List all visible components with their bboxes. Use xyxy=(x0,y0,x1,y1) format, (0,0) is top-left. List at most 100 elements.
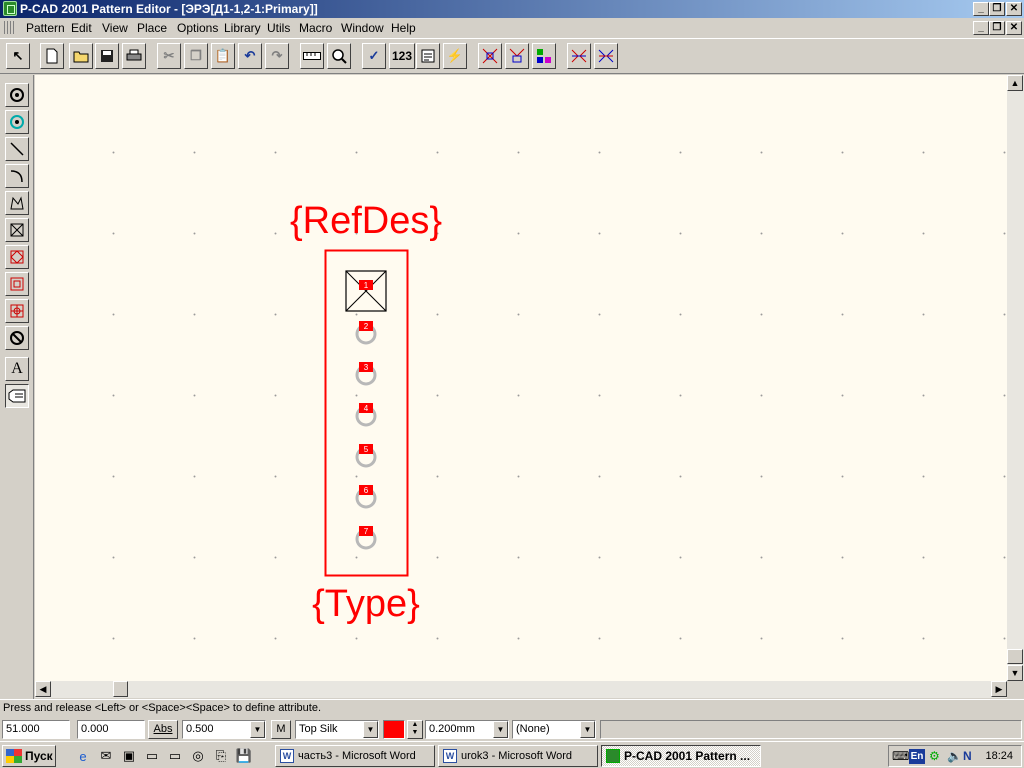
scroll-thumb-horizontal[interactable] xyxy=(113,681,128,697)
place-plane-icon[interactable] xyxy=(5,272,29,296)
drive2-icon[interactable]: ▭ xyxy=(166,747,184,765)
scroll-left-arrow-icon[interactable]: ◀ xyxy=(35,681,51,697)
zoom-icon[interactable] xyxy=(327,43,351,69)
menu-options[interactable]: Options xyxy=(177,21,218,35)
scroll-right-arrow-icon[interactable]: ▶ xyxy=(991,681,1007,697)
desktop-icon[interactable]: ▣ xyxy=(120,747,138,765)
place-polygon-icon[interactable] xyxy=(5,191,29,215)
antivirus-icon[interactable]: N xyxy=(963,749,972,763)
x-coordinate-field[interactable]: 51.000 xyxy=(2,720,70,739)
place-line-icon[interactable] xyxy=(5,137,29,161)
menu-view[interactable]: View xyxy=(102,21,128,35)
doc-minimize-button[interactable]: _ xyxy=(973,21,989,35)
layer-select[interactable]: Top Silk ▼ xyxy=(295,720,379,739)
restore-button[interactable]: ❐ xyxy=(989,2,1005,16)
menu-pattern[interactable]: Pattern xyxy=(26,21,65,35)
taskbar-item-word-2[interactable]: W urok3 - Microsoft Word xyxy=(438,745,598,767)
pin-2[interactable]: 2 xyxy=(355,321,377,345)
outlook-icon[interactable]: ✉ xyxy=(97,747,115,765)
scroll-up-arrow-icon[interactable]: ▲ xyxy=(1007,75,1023,91)
grid-select[interactable]: 0.500 ▼ xyxy=(182,720,266,739)
net-icon[interactable] xyxy=(567,43,591,69)
pin-1[interactable]: 1 xyxy=(345,270,387,312)
doc-close-button[interactable]: ✕ xyxy=(1006,21,1022,35)
close-button[interactable]: ✕ xyxy=(1006,2,1022,16)
volume-icon[interactable]: 🔈 xyxy=(947,749,962,763)
chevron-down-icon[interactable]: ▼ xyxy=(250,721,265,738)
chevron-down-icon[interactable]: ▼ xyxy=(493,721,508,738)
y-coordinate-field[interactable]: 0.000 xyxy=(77,720,145,739)
place-pad-icon[interactable] xyxy=(5,83,29,107)
paste-icon[interactable]: 📋 xyxy=(211,43,235,69)
menu-help[interactable]: Help xyxy=(391,21,416,35)
place-via-icon[interactable] xyxy=(5,110,29,134)
network-status-icon[interactable]: ⚙ xyxy=(929,749,940,763)
chevron-down-icon[interactable]: ▼ xyxy=(363,721,378,738)
place-forbidden-icon[interactable] xyxy=(5,326,29,350)
cut-icon[interactable]: ✂ xyxy=(157,43,181,69)
net-select[interactable]: (None) ▼ xyxy=(512,720,596,739)
line-width-select[interactable]: 0.200mm ▼ xyxy=(425,720,509,739)
floppy-icon[interactable]: 💾 xyxy=(235,747,253,765)
pin-5[interactable]: 5 xyxy=(355,444,377,468)
refdes-attribute[interactable]: {RefDes} xyxy=(290,200,442,242)
taskbar-item-pcad[interactable]: P-CAD 2001 Pattern ... xyxy=(601,745,761,767)
vertical-scrollbar[interactable]: ▲ ▼ xyxy=(1007,75,1024,681)
via-style-icon[interactable] xyxy=(532,43,556,69)
drc-icon[interactable]: ⚡ xyxy=(443,43,467,69)
language-indicator[interactable]: En xyxy=(909,749,925,764)
scroll-thumb-vertical[interactable] xyxy=(1007,649,1023,664)
design-canvas[interactable]: {RefDes} {Type} 1 2 3 4 5 6 7 xyxy=(35,75,1007,681)
layer-color-swatch[interactable] xyxy=(383,720,405,739)
network-icon[interactable]: ◎ xyxy=(189,747,207,765)
menu-macro[interactable]: Macro xyxy=(299,21,332,35)
taskbar-item-word-1[interactable]: W часть3 - Microsoft Word xyxy=(275,745,435,767)
menu-library[interactable]: Library xyxy=(224,21,261,35)
layer-spin-button[interactable]: ▲ ▼ xyxy=(407,720,423,739)
place-keepout-icon[interactable] xyxy=(5,299,29,323)
start-button[interactable]: Пуск xyxy=(2,745,56,767)
undo-icon[interactable]: ↶ xyxy=(238,43,262,69)
scroll-down-arrow-icon[interactable]: ▼ xyxy=(1007,665,1023,681)
menu-place[interactable]: Place xyxy=(137,21,167,35)
pattern-wizard-icon[interactable] xyxy=(416,43,440,69)
abs-button[interactable]: Abs xyxy=(148,720,178,739)
copy-tool-icon[interactable]: ⎘ xyxy=(212,747,230,765)
select-arrow-icon[interactable]: ↖ xyxy=(6,43,30,69)
open-folder-icon[interactable] xyxy=(69,43,93,69)
pin-4[interactable]: 4 xyxy=(355,403,377,427)
m-button[interactable]: M xyxy=(271,720,291,739)
copy-icon[interactable]: ❐ xyxy=(184,43,208,69)
menu-utils[interactable]: Utils xyxy=(267,21,290,35)
save-icon[interactable] xyxy=(95,43,119,69)
pin-3[interactable]: 3 xyxy=(355,362,377,386)
check-icon[interactable]: ✓ xyxy=(362,43,386,69)
drive-icon[interactable]: ▭ xyxy=(143,747,161,765)
new-file-icon[interactable] xyxy=(40,43,64,69)
internet-explorer-icon[interactable]: e xyxy=(74,747,92,765)
redo-icon[interactable]: ↷ xyxy=(265,43,289,69)
pin-6[interactable]: 6 xyxy=(355,485,377,509)
keyboard-icon[interactable]: ⌨ xyxy=(892,749,909,763)
menu-edit[interactable]: Edit xyxy=(71,21,92,35)
pin-7[interactable]: 7 xyxy=(355,526,377,550)
connect-icon[interactable] xyxy=(594,43,618,69)
renumber-icon[interactable]: 123 xyxy=(389,43,415,69)
pin-icon[interactable] xyxy=(478,43,502,69)
place-text-icon[interactable]: A xyxy=(5,357,29,381)
place-attribute-icon[interactable] xyxy=(5,384,29,408)
doc-restore-button[interactable]: ❐ xyxy=(989,21,1005,35)
horizontal-scrollbar[interactable]: ◀ ▶ xyxy=(35,681,1007,698)
place-cutout-icon[interactable] xyxy=(5,245,29,269)
menu-window[interactable]: Window xyxy=(341,21,384,35)
chevron-down-icon[interactable]: ▼ xyxy=(580,721,595,738)
measure-icon[interactable] xyxy=(300,43,324,69)
pad-style-icon[interactable] xyxy=(505,43,529,69)
minimize-button[interactable]: _ xyxy=(973,2,989,16)
type-attribute[interactable]: {Type} xyxy=(312,583,420,625)
place-copper-pour-icon[interactable] xyxy=(5,218,29,242)
main-toolbar: ↖ ✂ ❐ 📋 ↶ ↷ ✓ 123 ⚡ xyxy=(0,38,1024,74)
app-icon[interactable] xyxy=(3,1,17,16)
print-icon[interactable] xyxy=(122,43,146,69)
place-arc-icon[interactable] xyxy=(5,164,29,188)
